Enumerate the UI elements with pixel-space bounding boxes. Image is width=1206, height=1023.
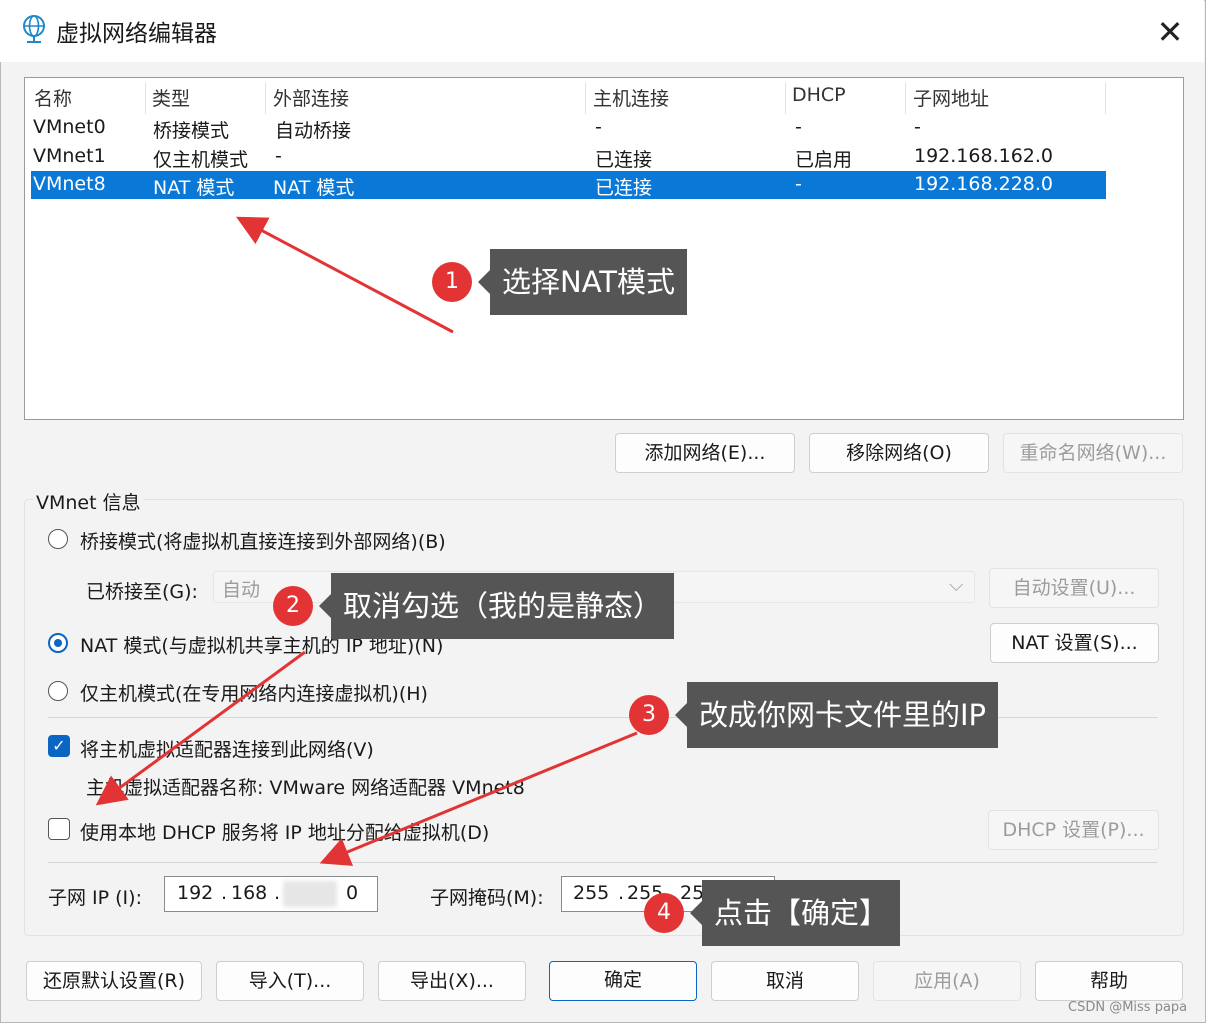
dhcp-settings-button[interactable]: DHCP 设置(P)... [988,810,1159,850]
cell-host: - [595,116,602,138]
step-badge-1: 1 [432,262,472,302]
cancel-button[interactable]: 取消 [711,961,859,1001]
col-header-dhcp[interactable]: DHCP [792,84,846,106]
vmnet-info-label: VMnet 信息 [34,488,143,515]
cell-type: NAT 模式 [153,177,235,199]
cell-dhcp: 已启用 [795,149,853,171]
cell-subnet: 192.168.228.0 [914,173,1054,195]
ip-dot: . [274,882,281,904]
col-divider [145,82,146,114]
watermark: CSDN @Miss papa [1068,1000,1188,1015]
table-row[interactable]: VMnet1 仅主机模式 - 已连接 已启用 192.168.162.0 [31,143,1106,171]
subnet-ip-octet-1: 192 [177,882,214,904]
adapter-name-text: 主机虚拟适配器名称: VMware 网络适配器 VMnet8 [86,777,525,799]
close-icon[interactable]: ✕ [1150,12,1190,52]
hostonly-mode-label[interactable]: 仅主机模式(在专用网络内连接虚拟机)(H) [80,679,428,706]
add-network-button[interactable]: 添加网络(E)... [615,433,795,473]
col-divider [265,82,266,114]
remove-network-button[interactable]: 移除网络(O) [809,433,989,473]
chevron-down-icon: ⌵ [949,574,964,596]
subnet-ip-octet-4: 0 [346,882,359,904]
separator [48,862,1158,863]
cell-name: VMnet0 [33,116,106,138]
col-divider [585,82,586,114]
subnet-mask-label: 子网掩码(M): [430,887,544,909]
network-globe-icon [23,15,45,43]
cell-name: VMnet8 [33,173,106,195]
cell-host: 已连接 [595,177,653,199]
col-divider [785,82,786,114]
restore-defaults-button[interactable]: 还原默认设置(R) [26,961,202,1001]
connect-adapter-label[interactable]: 将主机虚拟适配器连接到此网络(V) [80,735,374,762]
bridged-to-value: 自动 [222,579,261,601]
col-header-host[interactable]: 主机连接 [593,84,669,111]
col-header-type[interactable]: 类型 [152,84,190,111]
nat-mode-radio[interactable] [48,633,68,653]
step-badge-3: 3 [629,695,669,735]
col-header-name[interactable]: 名称 [34,84,72,111]
ok-button[interactable]: 确定 [549,961,697,1001]
help-button[interactable]: 帮助 [1035,961,1183,1001]
callout-step-3: 改成你网卡文件里的IP [674,682,999,748]
callout-step-1: 选择NAT模式 [478,249,687,315]
subnet-ip-label: 子网 IP (I): [48,887,142,909]
table-row[interactable]: VMnet0 桥接模式 自动桥接 - - - [31,114,1106,142]
col-divider [1105,82,1106,114]
col-divider [905,82,906,114]
subnet-ip-input[interactable]: 192 . 168 . 0 [164,876,378,912]
export-button[interactable]: 导出(X)... [378,961,526,1001]
callout-step-4: 点击【确定】 [689,880,901,946]
cell-external: - [275,145,282,167]
dhcp-checkbox[interactable] [48,818,70,840]
cell-type: 桥接模式 [153,120,230,142]
subnet-ip-octet-3-blurred [283,881,337,907]
ip-dot: . [618,882,625,904]
window-title: 虚拟网络编辑器 [56,21,217,47]
import-button[interactable]: 导入(T)... [216,961,364,1001]
cell-name: VMnet1 [33,145,106,167]
dhcp-label[interactable]: 使用本地 DHCP 服务将 IP 地址分配给虚拟机(D) [80,818,489,845]
cell-subnet: 192.168.162.0 [914,145,1054,167]
auto-settings-button[interactable]: 自动设置(U)... [989,568,1159,608]
bridged-to-label: 已桥接至(G): [86,581,198,603]
apply-button[interactable]: 应用(A) [873,961,1021,1001]
step-badge-4: 4 [644,893,684,933]
mask-octet-1: 255 [573,882,610,904]
cell-subnet: - [914,116,921,138]
callout-step-2: 取消勾选（我的是静态） [318,573,675,639]
subnet-ip-octet-2: 168 [231,882,268,904]
cell-external: NAT 模式 [273,177,355,199]
table-row-selected[interactable]: VMnet8 NAT 模式 NAT 模式 已连接 - 192.168.228.0 [31,171,1106,199]
cell-type: 仅主机模式 [153,149,249,171]
step-badge-2: 2 [273,586,313,626]
cell-external: 自动桥接 [275,120,352,142]
col-header-subnet[interactable]: 子网地址 [913,84,989,111]
ip-dot: . [221,882,228,904]
cell-dhcp: - [795,116,802,138]
hostonly-mode-radio[interactable] [48,681,68,701]
bridge-mode-label[interactable]: 桥接模式(将虚拟机直接连接到外部网络)(B) [80,527,446,554]
cell-dhcp: - [795,173,802,195]
col-header-external[interactable]: 外部连接 [273,84,349,111]
nat-settings-button[interactable]: NAT 设置(S)... [990,623,1159,663]
cell-host: 已连接 [595,149,653,171]
rename-network-button[interactable]: 重命名网络(W)... [1003,433,1183,473]
connect-adapter-checkbox[interactable]: ✓ [48,735,70,757]
bridge-mode-radio[interactable] [48,529,68,549]
